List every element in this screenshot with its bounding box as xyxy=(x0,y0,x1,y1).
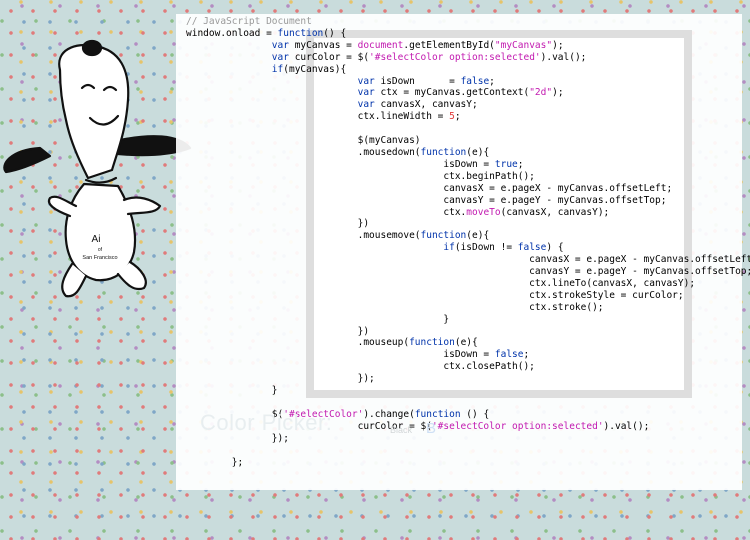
color-select[interactable]: Black xyxy=(390,425,412,435)
color-apply-button[interactable]: B xyxy=(426,420,436,437)
shirt-text-line2: of xyxy=(98,247,103,253)
shirt-text-line3: San Francisco xyxy=(82,255,117,261)
source-code: // JavaScript Document window.onload = f… xyxy=(186,16,750,468)
color-picker-label: Color Picker: xyxy=(200,410,333,435)
dancing-dog-illustration: Ai of San Francisco xyxy=(3,39,192,298)
shirt-text-line1: Ai xyxy=(92,234,101,245)
code-comment: // JavaScript Document xyxy=(186,16,312,27)
